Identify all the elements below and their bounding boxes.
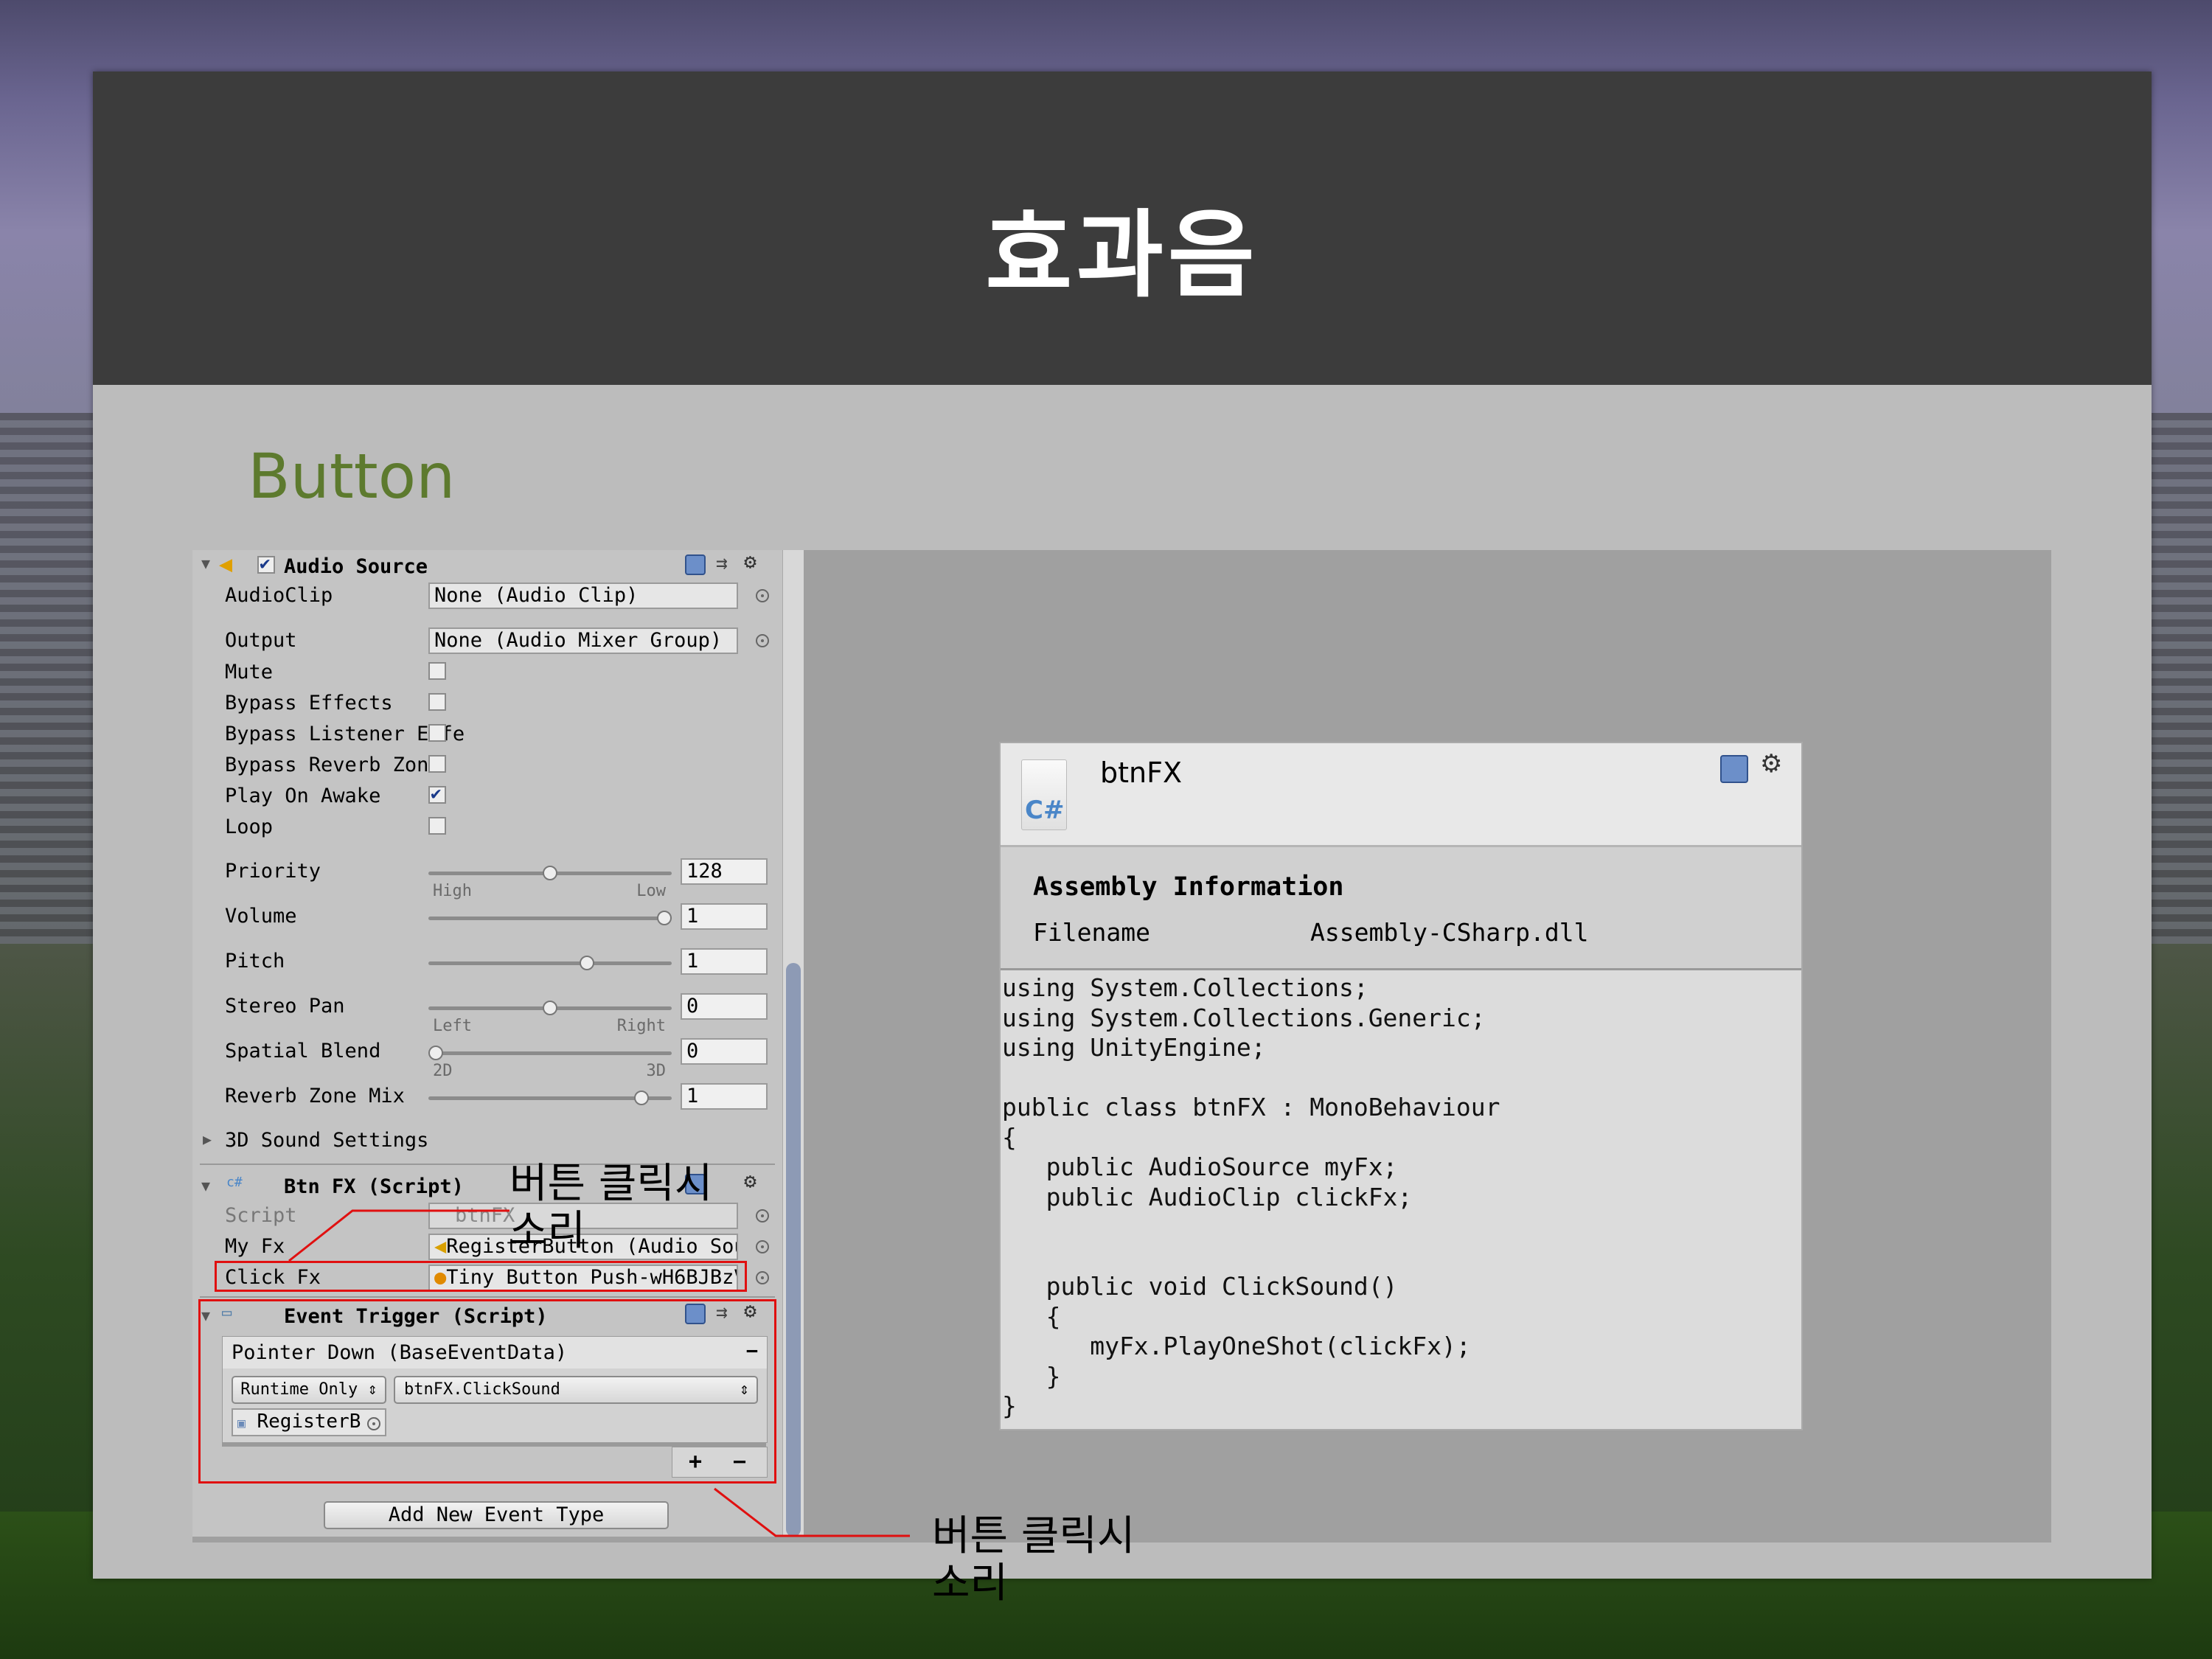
- callout-lines: [288, 1209, 910, 1537]
- callout-line-bottom: [714, 1487, 910, 1537]
- background-stands-right: [2149, 413, 2212, 944]
- callout-line-top: [288, 1209, 509, 1262]
- slide: 효과음 Button ▼ ◀ Audio Source ⇉ ⚙ AudioCli…: [93, 72, 2152, 1607]
- background-stands-left: [0, 413, 96, 944]
